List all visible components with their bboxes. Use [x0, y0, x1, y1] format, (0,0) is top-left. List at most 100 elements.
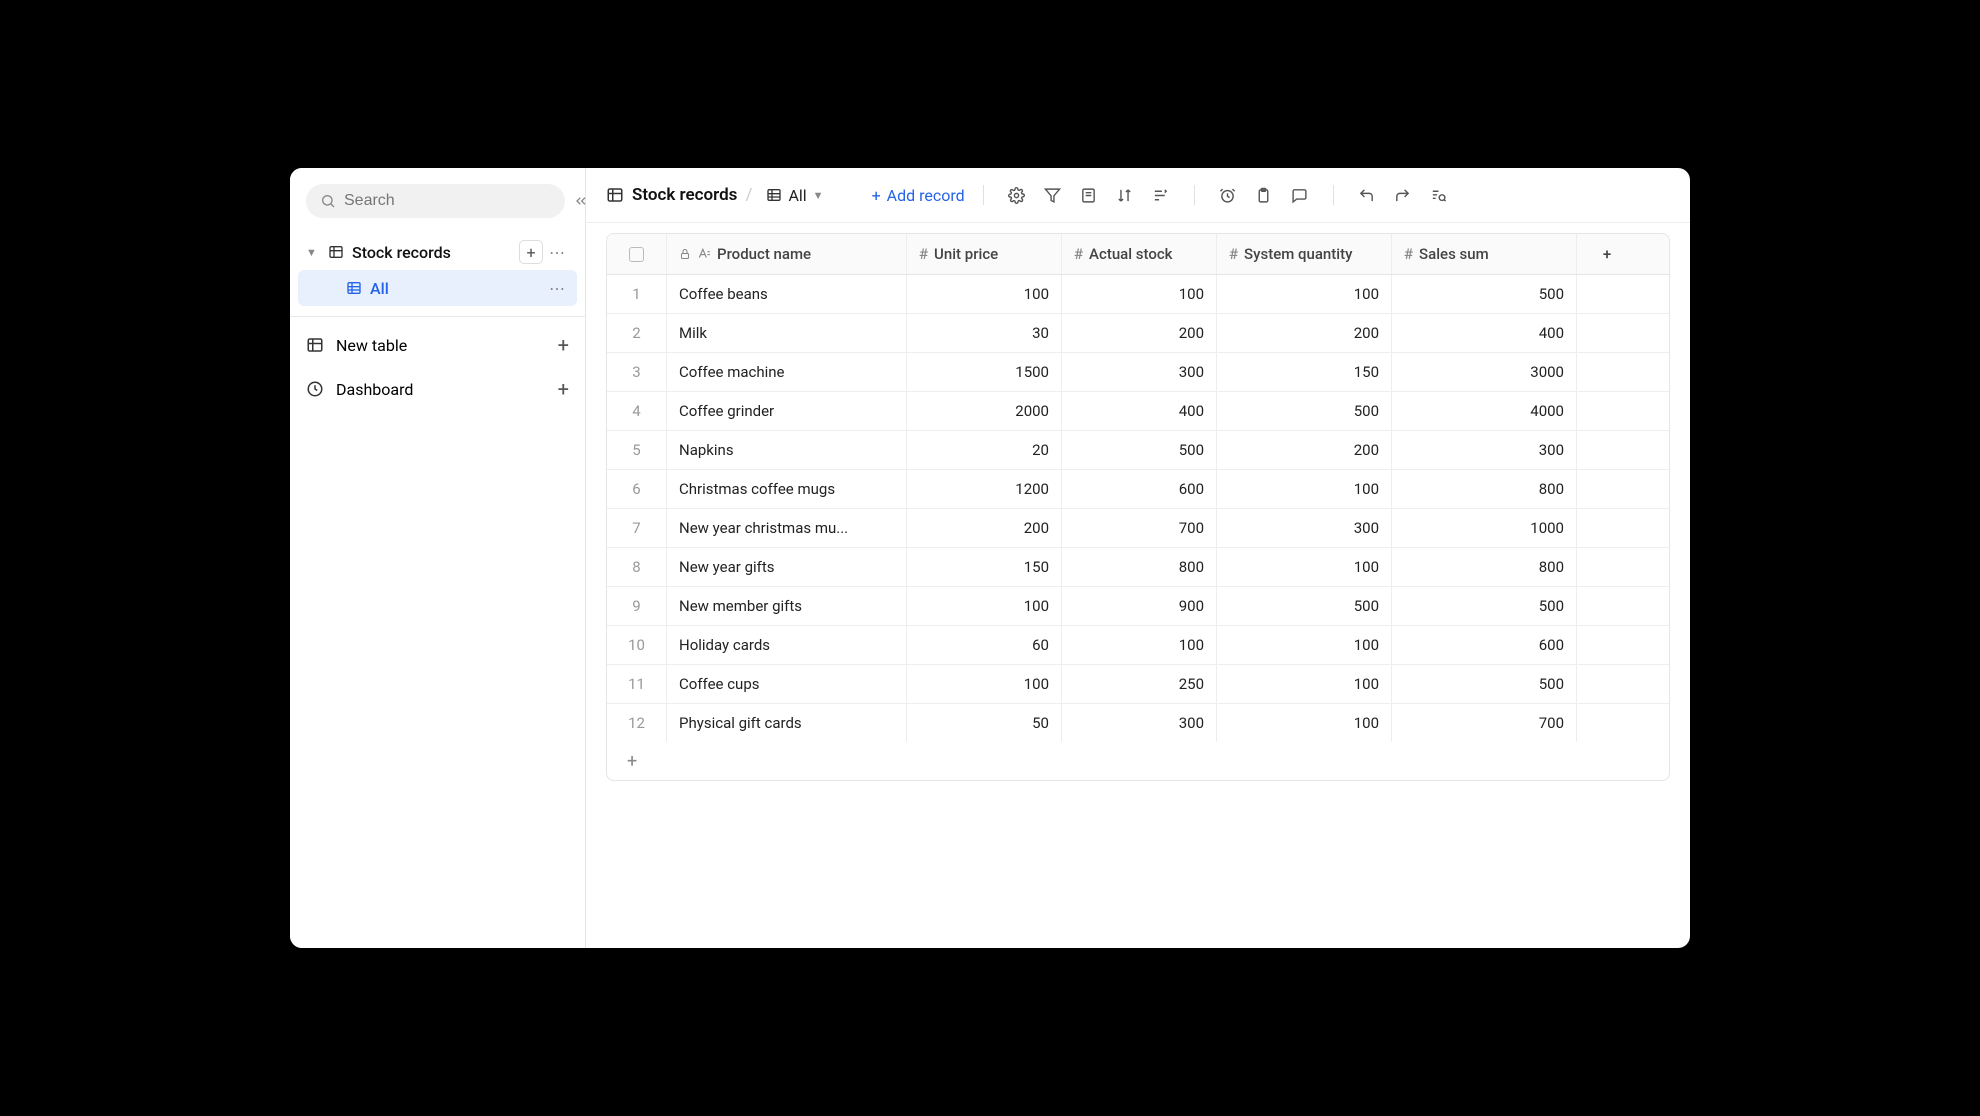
- cell-sales-sum[interactable]: 700: [1392, 704, 1577, 742]
- cell-product-name[interactable]: Napkins: [667, 431, 907, 469]
- undo-icon[interactable]: [1352, 180, 1382, 210]
- cell-unit-price[interactable]: 2000: [907, 392, 1062, 430]
- search-input[interactable]: [344, 192, 551, 210]
- cell-sales-sum[interactable]: 300: [1392, 431, 1577, 469]
- cell-system-quantity[interactable]: 500: [1217, 392, 1392, 430]
- table-row[interactable]: 3Coffee machine15003001503000: [607, 353, 1669, 392]
- cell-system-quantity[interactable]: 500: [1217, 587, 1392, 625]
- cell-unit-price[interactable]: 60: [907, 626, 1062, 664]
- cell-actual-stock[interactable]: 900: [1062, 587, 1217, 625]
- cell-product-name[interactable]: New member gifts: [667, 587, 907, 625]
- cell-unit-price[interactable]: 30: [907, 314, 1062, 352]
- table-row[interactable]: 6Christmas coffee mugs1200600100800: [607, 470, 1669, 509]
- cell-system-quantity[interactable]: 300: [1217, 509, 1392, 547]
- table-row[interactable]: 8New year gifts150800100800: [607, 548, 1669, 587]
- form-icon[interactable]: [1074, 180, 1104, 210]
- new-table-button[interactable]: New table +: [290, 323, 585, 367]
- add-view-button[interactable]: +: [519, 240, 543, 264]
- cell-system-quantity[interactable]: 150: [1217, 353, 1392, 391]
- settings-icon[interactable]: [1002, 180, 1032, 210]
- cell-unit-price[interactable]: 1200: [907, 470, 1062, 508]
- cell-product-name[interactable]: Christmas coffee mugs: [667, 470, 907, 508]
- cell-sales-sum[interactable]: 500: [1392, 665, 1577, 703]
- column-header-sales-sum[interactable]: #Sales sum: [1392, 234, 1577, 274]
- cell-product-name[interactable]: Holiday cards: [667, 626, 907, 664]
- filter-icon[interactable]: [1038, 180, 1068, 210]
- table-row[interactable]: 7New year christmas mu...2007003001000: [607, 509, 1669, 548]
- cell-actual-stock[interactable]: 300: [1062, 353, 1217, 391]
- cell-sales-sum[interactable]: 500: [1392, 275, 1577, 313]
- cell-sales-sum[interactable]: 600: [1392, 626, 1577, 664]
- cell-sales-sum[interactable]: 4000: [1392, 392, 1577, 430]
- cell-product-name[interactable]: New year christmas mu...: [667, 509, 907, 547]
- column-header-unit-price[interactable]: #Unit price: [907, 234, 1062, 274]
- cell-system-quantity[interactable]: 200: [1217, 314, 1392, 352]
- cell-sales-sum[interactable]: 800: [1392, 470, 1577, 508]
- cell-system-quantity[interactable]: 100: [1217, 665, 1392, 703]
- table-row[interactable]: 9New member gifts100900500500: [607, 587, 1669, 626]
- cell-unit-price[interactable]: 100: [907, 665, 1062, 703]
- cell-actual-stock[interactable]: 300: [1062, 704, 1217, 742]
- cell-product-name[interactable]: Milk: [667, 314, 907, 352]
- cell-sales-sum[interactable]: 800: [1392, 548, 1577, 586]
- sort-icon[interactable]: [1110, 180, 1140, 210]
- cell-actual-stock[interactable]: 100: [1062, 626, 1217, 664]
- cell-unit-price[interactable]: 200: [907, 509, 1062, 547]
- column-header-actual-stock[interactable]: #Actual stock: [1062, 234, 1217, 274]
- cell-unit-price[interactable]: 20: [907, 431, 1062, 469]
- table-row[interactable]: 5Napkins20500200300: [607, 431, 1669, 470]
- comment-icon[interactable]: [1285, 180, 1315, 210]
- cell-system-quantity[interactable]: 100: [1217, 704, 1392, 742]
- cell-product-name[interactable]: Coffee cups: [667, 665, 907, 703]
- cell-sales-sum[interactable]: 500: [1392, 587, 1577, 625]
- column-header-product-name[interactable]: Product name: [667, 234, 907, 274]
- table-row[interactable]: 4Coffee grinder20004005004000: [607, 392, 1669, 431]
- more-icon[interactable]: ⋯: [545, 276, 569, 300]
- select-all-cell[interactable]: [607, 234, 667, 274]
- cell-product-name[interactable]: Coffee machine: [667, 353, 907, 391]
- cell-actual-stock[interactable]: 100: [1062, 275, 1217, 313]
- table-row[interactable]: 11Coffee cups100250100500: [607, 665, 1669, 704]
- cell-product-name[interactable]: New year gifts: [667, 548, 907, 586]
- cell-product-name[interactable]: Coffee beans: [667, 275, 907, 313]
- cell-actual-stock[interactable]: 700: [1062, 509, 1217, 547]
- find-icon[interactable]: [1424, 180, 1454, 210]
- cell-system-quantity[interactable]: 100: [1217, 626, 1392, 664]
- cell-sales-sum[interactable]: 1000: [1392, 509, 1577, 547]
- cell-unit-price[interactable]: 150: [907, 548, 1062, 586]
- cell-sales-sum[interactable]: 400: [1392, 314, 1577, 352]
- cell-sales-sum[interactable]: 3000: [1392, 353, 1577, 391]
- cell-unit-price[interactable]: 100: [907, 587, 1062, 625]
- cell-system-quantity[interactable]: 100: [1217, 470, 1392, 508]
- cell-unit-price[interactable]: 100: [907, 275, 1062, 313]
- cell-system-quantity[interactable]: 100: [1217, 275, 1392, 313]
- table-row[interactable]: 10Holiday cards60100100600: [607, 626, 1669, 665]
- cell-actual-stock[interactable]: 400: [1062, 392, 1217, 430]
- cell-system-quantity[interactable]: 100: [1217, 548, 1392, 586]
- alarm-icon[interactable]: [1213, 180, 1243, 210]
- clipboard-icon[interactable]: [1249, 180, 1279, 210]
- add-column-button[interactable]: +: [1577, 234, 1637, 274]
- table-row[interactable]: 1Coffee beans100100100500: [607, 275, 1669, 314]
- cell-actual-stock[interactable]: 500: [1062, 431, 1217, 469]
- cell-actual-stock[interactable]: 200: [1062, 314, 1217, 352]
- sidebar-item-stock-records[interactable]: ▼ Stock records + ⋯: [298, 234, 577, 270]
- cell-actual-stock[interactable]: 250: [1062, 665, 1217, 703]
- cell-product-name[interactable]: Physical gift cards: [667, 704, 907, 742]
- cell-product-name[interactable]: Coffee grinder: [667, 392, 907, 430]
- cell-system-quantity[interactable]: 200: [1217, 431, 1392, 469]
- table-row[interactable]: 12Physical gift cards50300100700: [607, 704, 1669, 742]
- add-record-button[interactable]: + Add record: [872, 186, 965, 205]
- cell-actual-stock[interactable]: 800: [1062, 548, 1217, 586]
- sidebar-item-view-all[interactable]: All ⋯: [298, 270, 577, 306]
- table-row[interactable]: 2Milk30200200400: [607, 314, 1669, 353]
- column-header-system-quantity[interactable]: #System quantity: [1217, 234, 1392, 274]
- search-box[interactable]: [306, 184, 565, 218]
- cell-actual-stock[interactable]: 600: [1062, 470, 1217, 508]
- add-row-button[interactable]: +: [627, 751, 637, 772]
- redo-icon[interactable]: [1388, 180, 1418, 210]
- dashboard-button[interactable]: Dashboard +: [290, 367, 585, 411]
- cell-unit-price[interactable]: 50: [907, 704, 1062, 742]
- more-icon[interactable]: ⋯: [545, 240, 569, 264]
- cell-unit-price[interactable]: 1500: [907, 353, 1062, 391]
